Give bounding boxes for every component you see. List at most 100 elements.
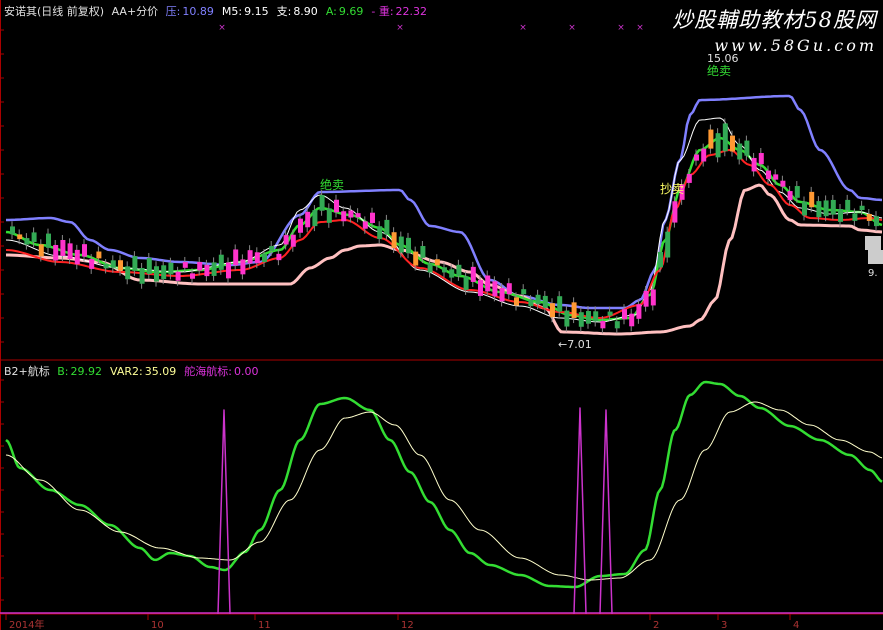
main-header-label: - 重: bbox=[371, 5, 394, 18]
sub-title: B2+航标 bbox=[4, 365, 50, 378]
up-candle bbox=[348, 210, 354, 218]
down-candle bbox=[564, 310, 570, 327]
down-candle bbox=[161, 265, 167, 280]
up-candle bbox=[773, 174, 779, 180]
up-candle bbox=[182, 261, 188, 268]
down-candle bbox=[542, 295, 548, 308]
up-candle bbox=[355, 213, 361, 218]
up-candle bbox=[492, 281, 498, 297]
spike-marker bbox=[599, 409, 613, 615]
down-candle bbox=[391, 232, 397, 248]
up-candle bbox=[82, 244, 87, 257]
chart-canvas[interactable]: × × × × × × 2014年 10 11 12 2 3 4 绝卖绝卖抄卖15.06←7.019. bbox=[0, 0, 883, 630]
down-candle bbox=[514, 297, 519, 306]
watermark-url: www.58Gu.com bbox=[714, 36, 877, 55]
down-candle bbox=[859, 205, 865, 211]
down-candle bbox=[406, 237, 411, 254]
main-header-item: M5: 9.15 bbox=[222, 5, 273, 18]
up-candle bbox=[74, 249, 80, 265]
down-candle bbox=[614, 321, 620, 329]
signal-label: 绝卖 bbox=[320, 177, 344, 192]
up-candle bbox=[478, 280, 483, 296]
time-axis-label: 2014年 bbox=[9, 618, 44, 630]
down-candle bbox=[17, 234, 23, 240]
time-axis-label: 11 bbox=[258, 620, 271, 630]
main-header-value: 10.89 bbox=[182, 5, 214, 18]
down-candle bbox=[722, 123, 728, 152]
up-candle bbox=[298, 218, 303, 233]
down-candle bbox=[139, 267, 145, 284]
b-line bbox=[5, 380, 883, 589]
down-candle bbox=[593, 311, 599, 322]
watermark-title: 炒股輔助教材58股网 bbox=[672, 8, 877, 32]
up-candle bbox=[290, 234, 296, 247]
time-axis-label: 3 bbox=[721, 620, 727, 630]
top-marker: × bbox=[396, 23, 404, 33]
main-header-label: A: bbox=[325, 5, 337, 18]
down-candle bbox=[866, 213, 872, 221]
up-candle bbox=[53, 244, 59, 261]
down-candle bbox=[535, 294, 541, 305]
down-candle bbox=[118, 260, 123, 271]
chart-window[interactable]: × × × × × × 2014年 10 11 12 2 3 4 绝卖 绝卖 抄卖 15.06 ←7.01 9.… bbox=[0, 0, 883, 630]
up-candle bbox=[247, 250, 253, 264]
down-candle bbox=[24, 238, 30, 245]
up-candle bbox=[283, 235, 289, 245]
up-candle bbox=[341, 211, 347, 222]
top-marker: × bbox=[218, 23, 226, 33]
main-header-label: 压: bbox=[165, 5, 181, 18]
down-candle bbox=[319, 195, 325, 211]
down-candle bbox=[715, 133, 721, 158]
main-panel-header: 安诺其(日线 前复权) AA+分价 压: 10.89 M5: 9.15 支: 8.90 A:… bbox=[4, 5, 439, 19]
down-candle bbox=[326, 208, 332, 223]
main-header-value: 9.15 bbox=[244, 5, 269, 18]
up-candle bbox=[629, 313, 635, 327]
up-candle bbox=[650, 289, 656, 306]
up-candle bbox=[276, 253, 282, 261]
down-candle bbox=[218, 254, 224, 270]
up-candle bbox=[672, 201, 678, 223]
down-candle bbox=[550, 303, 555, 318]
up-candle bbox=[190, 273, 195, 279]
down-candle bbox=[586, 311, 591, 324]
down-candle bbox=[823, 200, 829, 217]
up-candle bbox=[334, 199, 339, 213]
down-candle bbox=[607, 311, 613, 316]
up-candle bbox=[600, 321, 606, 329]
sub-panel-header: B2+航标 B: 29.92 VAR2: 35.09 舵海航标: 0.00 bbox=[4, 365, 270, 379]
sub-header-label: VAR2: bbox=[110, 365, 143, 378]
indicator-name: AA+分价 bbox=[111, 5, 159, 18]
down-candle bbox=[312, 210, 318, 227]
down-candle bbox=[845, 199, 851, 211]
up-candle bbox=[233, 249, 239, 266]
sub-header-item: B: 29.92 bbox=[57, 365, 106, 378]
down-candle bbox=[744, 140, 750, 156]
up-candle bbox=[470, 266, 476, 282]
down-candle bbox=[154, 266, 159, 282]
up-candle bbox=[787, 191, 793, 201]
down-candle bbox=[38, 244, 44, 257]
sub-header-item: 舵海航标: 0.00 bbox=[184, 365, 262, 378]
down-candle bbox=[420, 246, 426, 258]
up-candle bbox=[751, 157, 757, 172]
down-candle bbox=[658, 251, 663, 268]
up-candle bbox=[362, 221, 368, 229]
top-marker: × bbox=[519, 23, 527, 33]
main-header-item: A: 9.69 bbox=[326, 5, 368, 18]
sub-header-value: 0.00 bbox=[233, 365, 259, 378]
down-candle bbox=[31, 232, 37, 242]
up-candle bbox=[780, 180, 786, 187]
up-candle bbox=[67, 243, 73, 259]
low-price-label: ←7.01 bbox=[558, 338, 592, 351]
up-candle bbox=[89, 259, 95, 269]
down-candle bbox=[874, 216, 879, 227]
down-candle bbox=[413, 251, 419, 266]
main-title: 安诺其(日线 前复权) bbox=[4, 5, 105, 18]
main-header-label: M5: bbox=[221, 5, 243, 18]
down-candle bbox=[146, 257, 152, 274]
up-candle bbox=[254, 252, 260, 264]
down-candle bbox=[830, 199, 836, 215]
down-candle bbox=[125, 266, 131, 280]
up-candle bbox=[197, 262, 203, 271]
down-candle bbox=[384, 219, 390, 235]
